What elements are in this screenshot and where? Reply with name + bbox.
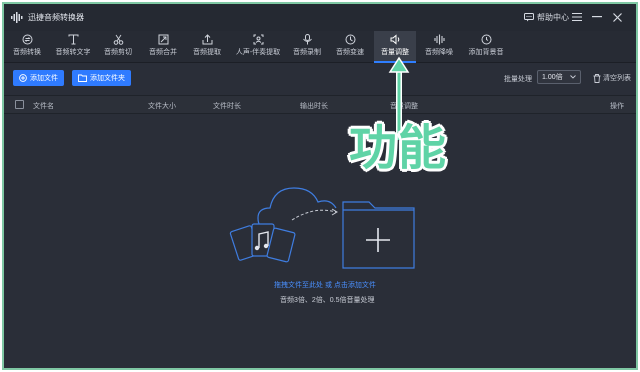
tool-audio-to-text[interactable]: 音频转文字 xyxy=(51,31,95,63)
extract-icon xyxy=(202,34,212,45)
speed-icon xyxy=(345,34,355,45)
column-filename: 文件名 xyxy=(33,103,54,110)
tool-audio-cut[interactable]: 音频剪切 xyxy=(100,31,136,63)
minimize-icon xyxy=(592,16,602,18)
title-bar: 迅捷音频转换器 帮助中心 xyxy=(4,4,636,31)
add-folder-label: 添加文件夹 xyxy=(90,75,125,82)
help-center-button[interactable]: 帮助中心 xyxy=(524,12,569,23)
music-files-icon xyxy=(229,223,296,263)
cloud-icon xyxy=(257,187,337,229)
batch-multiplier-value: 1.00倍 xyxy=(542,74,563,81)
column-filesize: 文件大小 xyxy=(148,103,176,110)
add-file-label: 添加文件 xyxy=(30,75,58,82)
menu-button[interactable] xyxy=(570,10,584,24)
clear-list-button[interactable]: 清空列表 xyxy=(593,73,631,83)
denoise-icon xyxy=(433,34,445,45)
tool-audio-convert[interactable]: 音频转换 xyxy=(8,31,46,63)
column-actions: 操作 xyxy=(610,103,624,110)
batch-multiplier-select[interactable]: 1.00倍 xyxy=(537,70,581,84)
tool-label: 音频降噪 xyxy=(425,49,453,56)
help-center-label: 帮助中心 xyxy=(537,13,569,22)
drop-zone-illustration[interactable] xyxy=(226,176,420,274)
tool-audio-merge[interactable]: 音频合并 xyxy=(145,31,181,63)
chat-icon xyxy=(524,13,534,22)
batch-process-label: 批量处理 xyxy=(504,76,532,83)
file-table-header: 文件名 文件大小 文件时长 输出时长 音量调整 操作 xyxy=(4,95,636,114)
app-logo-icon xyxy=(11,12,23,23)
close-icon xyxy=(612,12,622,22)
tool-label: 音频变速 xyxy=(336,49,364,56)
app-title: 迅捷音频转换器 xyxy=(28,13,84,22)
tool-audio-denoise[interactable]: 音频降噪 xyxy=(421,31,457,63)
add-folder-button[interactable]: 添加文件夹 xyxy=(72,70,131,86)
merge-icon xyxy=(158,34,168,45)
tool-label: 音频录制 xyxy=(293,49,321,56)
tool-label: 音频合并 xyxy=(149,49,177,56)
app-window: 迅捷音频转换器 帮助中心 音频转换 音频转文字 音频剪切 音频合并 音频提取 人… xyxy=(2,2,638,370)
volume-icon xyxy=(390,34,399,45)
scissors-icon xyxy=(113,34,123,45)
tool-audio-record[interactable]: 音频录制 xyxy=(289,31,325,63)
background-music-icon xyxy=(481,34,491,45)
folder-plus-icon xyxy=(342,201,415,269)
column-duration: 文件时长 xyxy=(213,103,241,110)
tool-label: 音频转换 xyxy=(13,49,41,56)
tool-add-background-music[interactable]: 添加背景音 xyxy=(464,31,508,63)
close-button[interactable] xyxy=(610,10,624,24)
tool-label: 音频剪切 xyxy=(104,49,132,56)
tool-label: 音频提取 xyxy=(193,49,221,56)
tool-label: 音频转文字 xyxy=(55,49,91,56)
add-file-button[interactable]: 添加文件 xyxy=(13,70,64,86)
microphone-icon xyxy=(302,34,312,45)
feature-annotation-text: 功能 xyxy=(349,120,448,176)
chevron-down-icon xyxy=(570,75,576,79)
tool-audio-speed[interactable]: 音频变速 xyxy=(332,31,368,63)
tool-audio-extract[interactable]: 音频提取 xyxy=(189,31,225,63)
plus-circle-icon xyxy=(19,74,27,82)
clear-list-label: 清空列表 xyxy=(603,75,631,82)
function-toolbar: 音频转换 音频转文字 音频剪切 音频合并 音频提取 人声-伴奏提取 音频录制 音… xyxy=(4,31,636,63)
convert-icon xyxy=(22,34,32,45)
select-all-checkbox[interactable] xyxy=(15,100,24,109)
trash-icon xyxy=(593,73,601,83)
tool-label: 添加背景音 xyxy=(468,49,504,56)
tool-vocal-separation[interactable]: 人声-伴奏提取 xyxy=(232,31,284,63)
audio-to-text-icon xyxy=(68,34,78,45)
tool-label: 人声-伴奏提取 xyxy=(235,49,281,56)
column-output-duration: 输出时长 xyxy=(300,103,328,110)
minimize-button[interactable] xyxy=(590,10,604,24)
menu-icon xyxy=(572,13,582,21)
drop-hint-link[interactable]: 拖拽文件至此处 或 点击添加文件 xyxy=(274,280,376,290)
volume-feature-description: 音频3倍、2倍、0.5倍音量处理 xyxy=(280,297,375,304)
folder-icon xyxy=(78,74,87,82)
vocal-separation-icon xyxy=(253,34,263,45)
